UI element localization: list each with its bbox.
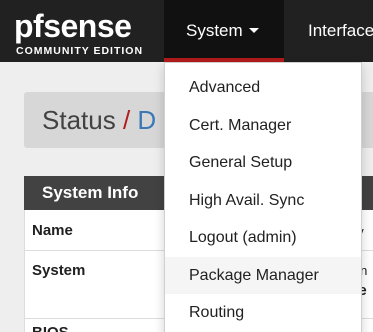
nav-system-label: System xyxy=(186,21,243,40)
row-label-bios: BIOS xyxy=(32,324,69,332)
row-label-system: System xyxy=(32,262,86,279)
breadcrumb-current[interactable]: D xyxy=(137,105,156,135)
menu-item-high-avail-sync[interactable]: High Avail. Sync xyxy=(165,182,361,220)
menu-item-general-setup[interactable]: General Setup xyxy=(165,144,361,182)
nav-system-menu[interactable]: System xyxy=(164,0,284,62)
top-navbar: pfsense COMMUNITY EDITION System Interfa… xyxy=(0,0,373,62)
menu-item-advanced[interactable]: Advanced xyxy=(165,69,361,107)
menu-item-cert-manager[interactable]: Cert. Manager xyxy=(165,107,361,145)
menu-item-logout[interactable]: Logout (admin) xyxy=(165,219,361,257)
logo-wordmark: pfsense xyxy=(14,8,132,44)
pfsense-logo[interactable]: pfsense COMMUNITY EDITION xyxy=(14,10,154,60)
logo-edition: COMMUNITY EDITION xyxy=(16,45,144,57)
nav-interfaces-label: Interface xyxy=(308,21,373,40)
menu-item-routing[interactable]: Routing xyxy=(165,294,361,332)
caret-down-icon xyxy=(248,28,259,34)
row-label-name: Name xyxy=(32,222,73,239)
system-dropdown-menu: Advanced Cert. Manager General Setup Hig… xyxy=(164,62,362,332)
breadcrumb: Status / D xyxy=(42,104,156,136)
breadcrumb-root[interactable]: Status xyxy=(42,105,116,135)
menu-item-package-manager[interactable]: Package Manager xyxy=(165,256,361,294)
nav-interfaces-menu[interactable]: Interface xyxy=(308,0,373,62)
breadcrumb-separator: / xyxy=(122,105,131,135)
